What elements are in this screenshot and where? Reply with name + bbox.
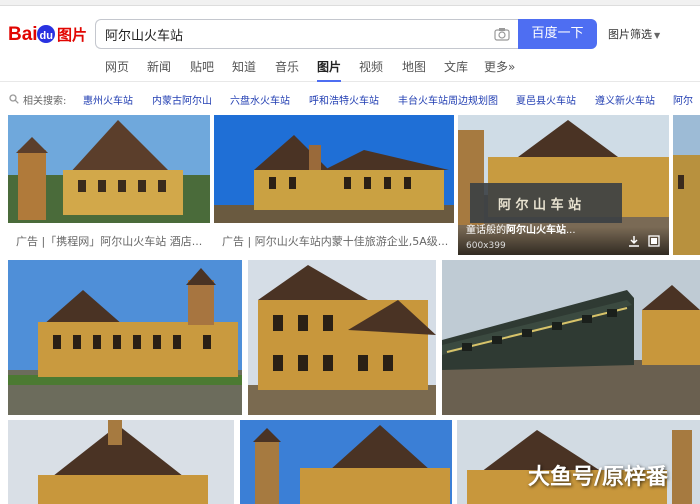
result-image-hovered[interactable]: 阿 尔 山 车 站 童话般的阿尔山火车站... 600x399	[458, 115, 669, 255]
tab-map[interactable]: 地图	[402, 58, 426, 82]
overlay-title-prefix: 童话般的	[466, 225, 506, 236]
overlay-title-suffix: ...	[566, 225, 576, 236]
image-dimensions: 600x399	[466, 241, 506, 251]
chevron-down-icon: ▼	[654, 31, 661, 40]
svg-text:du: du	[40, 30, 53, 42]
download-icon[interactable]	[628, 235, 640, 247]
result-image[interactable]	[8, 420, 234, 504]
result-caption[interactable]: 广告 | 阿尔山火车站内蒙十佳旅游企业,5A级...	[222, 233, 450, 249]
search-box	[95, 19, 518, 49]
station-photo	[240, 420, 452, 504]
tab-news[interactable]: 新闻	[147, 58, 171, 82]
result-image[interactable]	[442, 260, 700, 415]
camera-icon[interactable]	[494, 27, 510, 41]
related-item[interactable]: 阿尔	[673, 92, 693, 107]
result-image[interactable]	[248, 260, 436, 415]
tab-images[interactable]: 图片	[317, 58, 342, 82]
station-photo	[673, 115, 700, 255]
svg-text:阿 尔 山 车 站: 阿 尔 山 车 站	[498, 197, 581, 213]
overlay-title-highlight: 阿尔山火车站	[506, 225, 566, 236]
result-image[interactable]	[214, 115, 454, 223]
related-item[interactable]: 内蒙古阿尔山	[152, 92, 212, 107]
related-item[interactable]: 丰台火车站周边规划图	[398, 92, 498, 107]
tab-web[interactable]: 网页	[105, 58, 129, 82]
search-button[interactable]: 百度一下	[518, 19, 597, 49]
filter-label: 图片筛选	[608, 28, 652, 41]
search-icon	[9, 94, 19, 104]
result-image[interactable]	[673, 115, 700, 255]
tab-wenku[interactable]: 文库	[444, 58, 468, 82]
result-image[interactable]	[240, 420, 452, 504]
search-input[interactable]	[96, 20, 486, 48]
station-photo	[248, 260, 436, 415]
overlay-title: 童话般的阿尔山火车站...	[466, 221, 576, 236]
image-filter-link[interactable]: 图片筛选 ▼	[608, 26, 660, 42]
tab-tieba[interactable]: 贴吧	[190, 58, 214, 82]
result-image[interactable]	[8, 260, 242, 415]
related-item[interactable]: 夏邑县火车站	[516, 92, 576, 107]
svg-text:图片: 图片	[57, 26, 87, 44]
image-view-icon[interactable]	[648, 235, 660, 247]
watermark-text: 大鱼号/原梓番	[528, 465, 669, 490]
result-caption[interactable]: 广告 |「携程网」阿尔山火车站 酒店...	[16, 233, 206, 249]
header: Bai du 图片 百度一下 图片筛选▼	[0, 6, 700, 54]
baidu-image-logo[interactable]: Bai du 图片	[8, 20, 90, 46]
tab-music[interactable]: 音乐	[275, 58, 299, 82]
related-item[interactable]: 遵义新火车站	[595, 92, 655, 107]
station-photo	[8, 115, 210, 223]
station-photo	[8, 260, 242, 415]
result-image[interactable]	[8, 115, 210, 223]
train-photo	[442, 260, 700, 415]
related-item[interactable]: 呼和浩特火车站	[309, 92, 379, 107]
station-photo	[214, 115, 454, 223]
tab-video[interactable]: 视频	[359, 58, 383, 82]
svg-text:Bai: Bai	[8, 24, 38, 45]
tab-zhidao[interactable]: 知道	[232, 58, 256, 82]
related-searches: 相关搜索: 惠州火车站 内蒙古阿尔山 六盘水火车站 呼和浩特火车站 丰台火车站周…	[0, 88, 700, 110]
related-item[interactable]: 六盘水火车站	[230, 92, 290, 107]
related-label: 相关搜索:	[23, 96, 67, 107]
nav-tabs: 网页 新闻 贴吧 知道 音乐 图片 视频 地图 文库 更多»	[0, 54, 700, 82]
related-item[interactable]: 惠州火车站	[83, 92, 133, 107]
tab-more[interactable]: 更多»	[484, 58, 515, 82]
station-photo	[8, 420, 234, 504]
